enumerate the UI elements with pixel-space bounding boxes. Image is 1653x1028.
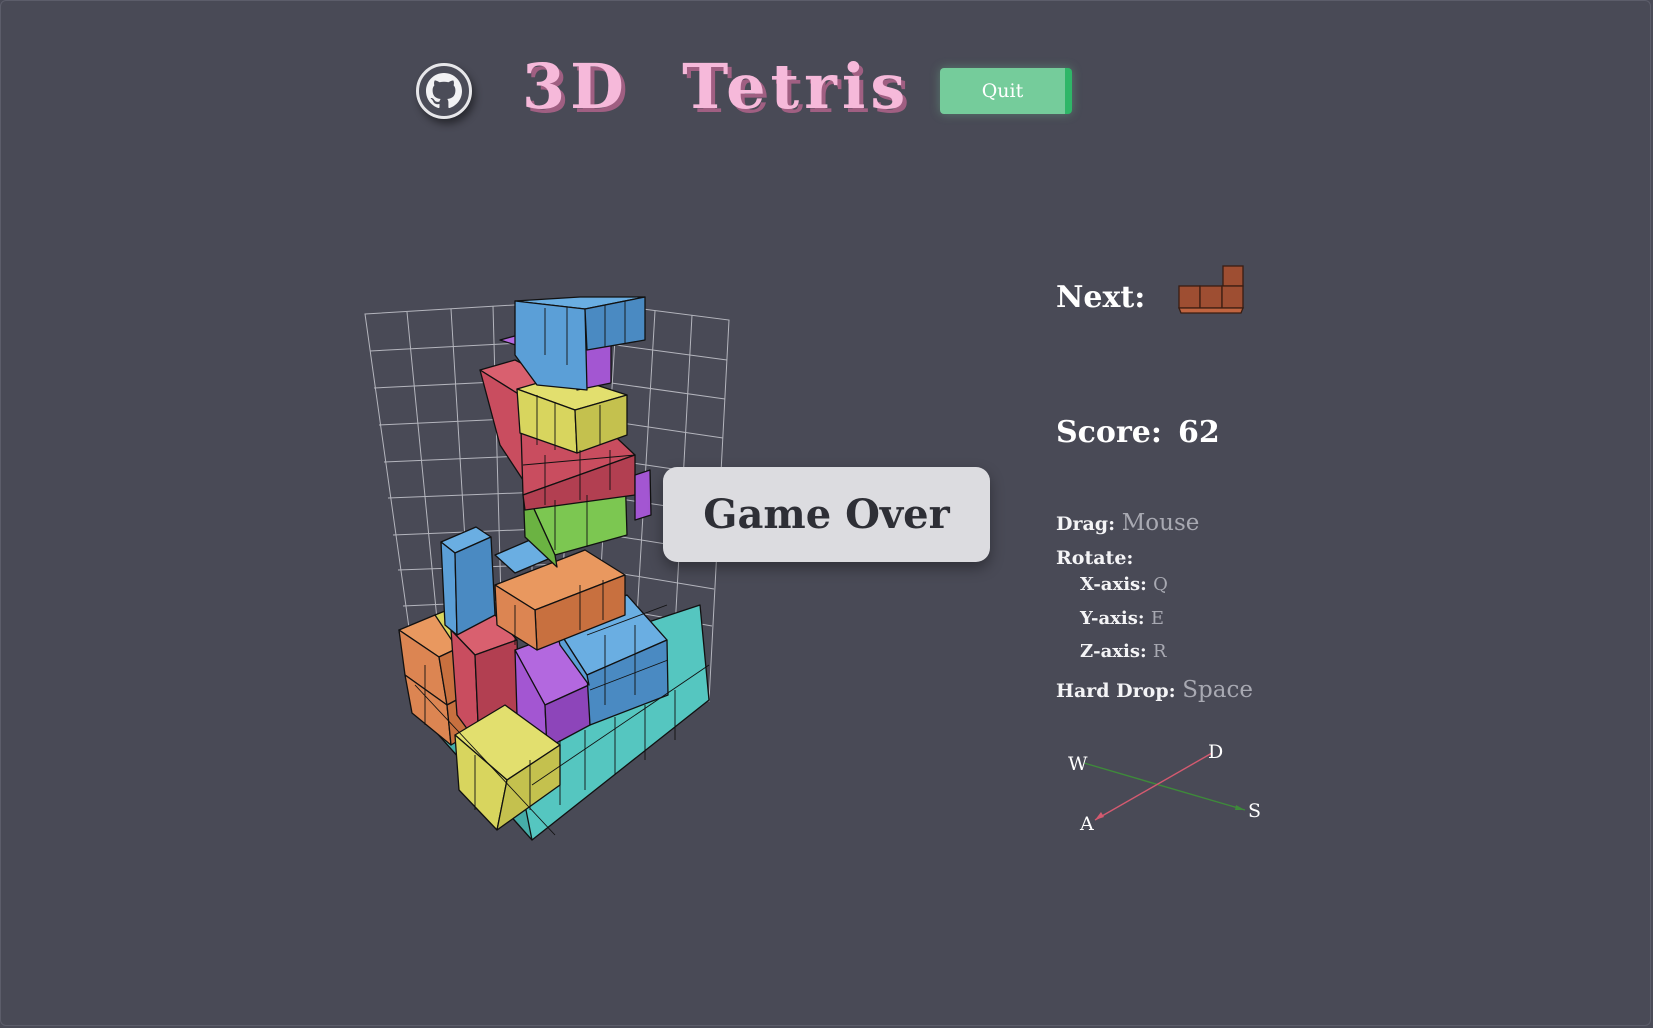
ad-axis-line <box>1094 752 1213 821</box>
control-z-label: Z-axis: <box>1080 641 1147 662</box>
score-label: Score: <box>1056 415 1162 450</box>
control-y-value: E <box>1150 608 1164 629</box>
movement-axes-diagram: W D S A <box>1068 741 1261 835</box>
control-z-value: R <box>1152 641 1167 662</box>
control-y-axis: Y-axis: E <box>1080 608 1164 629</box>
control-x-label: X-axis: <box>1080 574 1147 595</box>
control-y-label: Y-axis: <box>1080 608 1145 629</box>
quit-button[interactable]: Quit <box>940 68 1072 114</box>
control-z-axis: Z-axis: R <box>1080 641 1166 662</box>
next-label: Next: <box>1056 280 1146 315</box>
control-drag-value: Mouse <box>1121 510 1200 536</box>
a-arrowhead <box>1095 812 1104 820</box>
control-hard-drop: Hard Drop: Space <box>1056 677 1253 703</box>
stacked-blocks <box>398 296 710 841</box>
github-link[interactable] <box>416 63 472 119</box>
control-drop-value: Space <box>1182 677 1253 703</box>
github-icon <box>426 73 462 109</box>
axis-label-s: S <box>1248 800 1261 822</box>
control-x-value: Q <box>1153 574 1168 595</box>
s-arrowhead <box>1235 805 1245 810</box>
score-value: 62 <box>1178 415 1220 450</box>
next-piece-preview <box>1178 265 1244 314</box>
game-board[interactable] <box>355 285 735 864</box>
control-x-axis: X-axis: Q <box>1080 574 1168 595</box>
control-drag: Drag: Mouse <box>1056 510 1199 536</box>
control-drag-label: Drag: <box>1056 513 1116 535</box>
ws-axis-line <box>1083 762 1246 811</box>
control-rotate-label: Rotate: <box>1056 547 1134 569</box>
axis-label-d: D <box>1208 741 1223 763</box>
control-drop-label: Hard Drop: <box>1056 680 1176 702</box>
page-title: 3D Tetris <box>522 50 911 123</box>
game-over-dialog: Game Over <box>663 467 990 562</box>
axis-label-a: A <box>1079 813 1094 835</box>
axis-label-w: W <box>1068 753 1088 775</box>
